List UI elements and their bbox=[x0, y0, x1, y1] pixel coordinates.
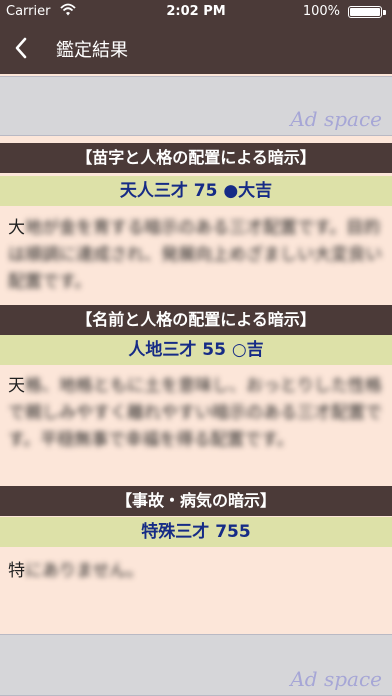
section-heading-given-name: 【名前と人格の配置による暗示】 bbox=[0, 305, 392, 335]
ad-banner-bottom[interactable]: Ad space bbox=[0, 634, 392, 696]
ad-banner-top[interactable]: Ad space bbox=[0, 76, 392, 136]
result-special: 特殊三才 755 bbox=[0, 517, 392, 547]
back-button[interactable] bbox=[8, 28, 38, 68]
section-text-visible: 天 bbox=[8, 376, 25, 396]
section-heading-surname: 【苗字と人格の配置による暗示】 bbox=[0, 143, 392, 173]
chevron-left-icon bbox=[15, 37, 27, 59]
result-tenjin: 天人三才 75 ●大吉 bbox=[0, 176, 392, 206]
section-text-blurred: にありません。 bbox=[25, 561, 144, 581]
section-text-visible: 特 bbox=[8, 561, 25, 581]
battery-icon bbox=[348, 6, 386, 18]
section-text-visible: 大 bbox=[8, 218, 25, 238]
ad-label: Ad space bbox=[290, 107, 382, 131]
result-jinchi: 人地三才 55 ○吉 bbox=[0, 335, 392, 365]
section-text-accident: 特にありません。 bbox=[8, 558, 384, 588]
section-heading-accident: 【事故・病気の暗示】 bbox=[0, 486, 392, 516]
section-text-blurred: 格、地格ともに土を意味し、おっとりした性格で親しみやすく離れやすい暗示のある三才… bbox=[8, 376, 382, 450]
status-bar: Carrier 2:02 PM 100% bbox=[0, 0, 392, 24]
section-text-blurred: 地が金を育する暗示のある三才配置です。目的は順調に達成され、発展向上めざましい大… bbox=[8, 218, 383, 292]
section-text-surname: 大地が金を育する暗示のある三才配置です。目的は順調に達成され、発展向上めざましい… bbox=[8, 215, 384, 297]
battery-percent: 100% bbox=[302, 4, 340, 19]
section-text-given-name: 天格、地格ともに土を意味し、おっとりした性格で親しみやすく離れやすい暗示のある三… bbox=[8, 373, 384, 483]
ad-label: Ad space bbox=[290, 667, 382, 691]
page-title: 鑑定結果 bbox=[56, 40, 128, 61]
navigation-bar: 鑑定結果 bbox=[0, 24, 392, 74]
